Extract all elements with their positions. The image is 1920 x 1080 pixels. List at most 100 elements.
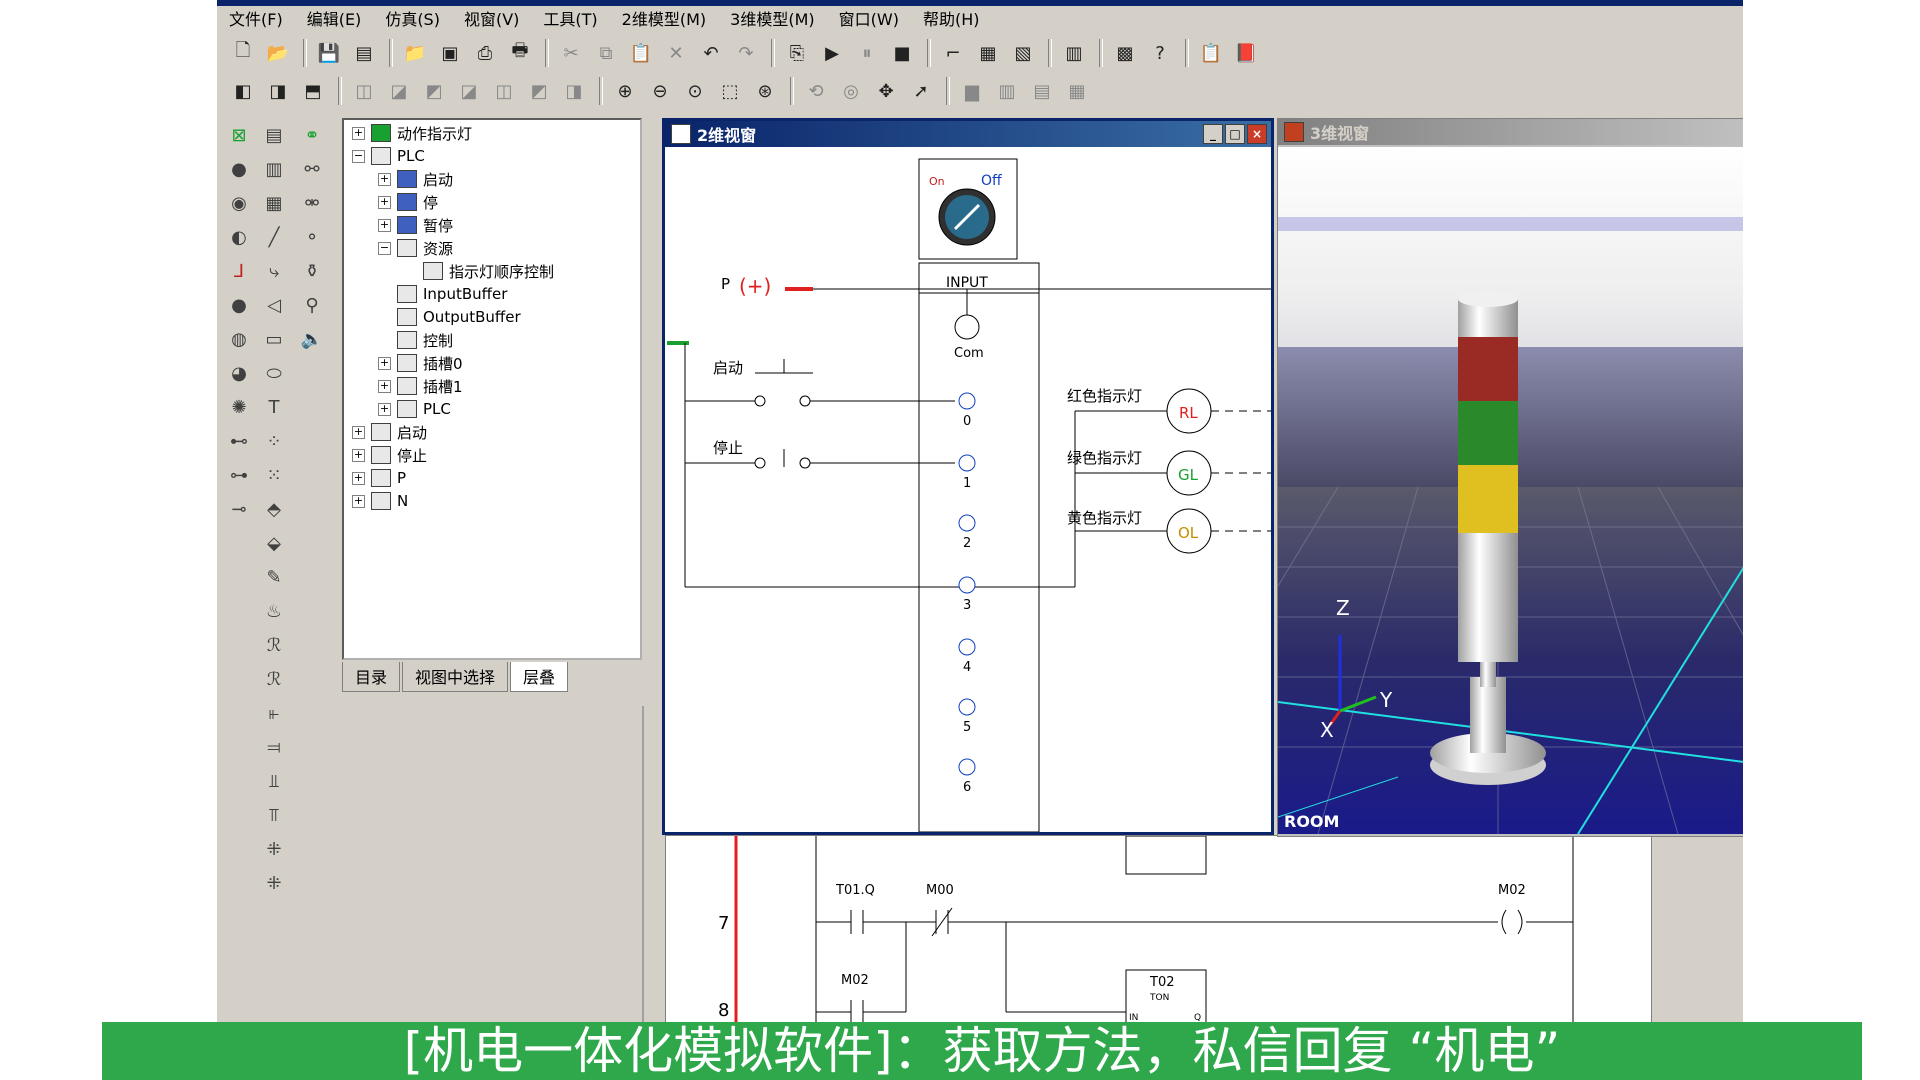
tree-item-start-2[interactable]: + 启动 bbox=[352, 421, 427, 443]
line-tool-icon[interactable]: ╱ bbox=[259, 222, 289, 252]
zoom-all-icon[interactable]: ⊛ bbox=[749, 75, 781, 107]
motor-tool-icon[interactable]: ◕ bbox=[224, 358, 254, 388]
input-terminal-1[interactable] bbox=[958, 454, 976, 472]
menu-2d-model[interactable]: 2维模型(M) bbox=[610, 6, 718, 34]
part-tool-icon[interactable]: ● bbox=[224, 154, 254, 184]
menu-help[interactable]: 帮助(H) bbox=[911, 6, 992, 34]
stop-icon[interactable]: ■ bbox=[886, 37, 918, 69]
tile-1-icon[interactable]: ▆ bbox=[956, 75, 988, 107]
align-bottom-icon[interactable]: ⫫ bbox=[259, 766, 289, 796]
maximize-icon[interactable]: □ bbox=[1225, 124, 1245, 144]
window-2d-titlebar[interactable]: 2维视窗 _ □ × bbox=[665, 121, 1271, 147]
link-1-icon[interactable]: ⊷ bbox=[224, 426, 254, 456]
sphere-tool-icon[interactable]: ● bbox=[224, 290, 254, 320]
book-icon[interactable]: 📕 bbox=[1230, 37, 1262, 69]
canvas-2d[interactable]: On Off INPUT P (+) Com 启动 停止 0 1 2 3 4 5… bbox=[665, 147, 1271, 833]
rotate-icon[interactable]: ⟲ bbox=[800, 75, 832, 107]
print-icon[interactable]: 🖶 bbox=[504, 37, 536, 69]
menu-file[interactable]: 文件(F) bbox=[217, 6, 295, 34]
node-4-icon[interactable]: ⬙ bbox=[259, 528, 289, 558]
mirror-1-icon[interactable]: ℛ bbox=[259, 630, 289, 660]
copy-icon[interactable]: ⧉ bbox=[590, 37, 622, 69]
input-terminal-4[interactable] bbox=[958, 638, 976, 656]
layout-1-icon[interactable]: ◧ bbox=[227, 75, 259, 107]
object-7-icon[interactable]: ◨ bbox=[558, 75, 590, 107]
menu-edit[interactable]: 编辑(E) bbox=[295, 6, 374, 34]
axis-tool-icon[interactable]: ⅃ bbox=[224, 256, 254, 286]
report-icon[interactable]: ▧ bbox=[1007, 37, 1039, 69]
tree-item-slot0[interactable]: + 插槽0 bbox=[378, 352, 463, 374]
tile-4-icon[interactable]: ▦ bbox=[1061, 75, 1093, 107]
window-3d-titlebar[interactable]: 3维视窗 bbox=[1278, 119, 1743, 145]
cylinder-tool-icon[interactable]: ◉ bbox=[224, 188, 254, 218]
paste-icon[interactable]: 📋 bbox=[625, 37, 657, 69]
object-5-icon[interactable]: ◫ bbox=[488, 75, 520, 107]
tree-item-start[interactable]: + 启动 bbox=[378, 168, 453, 190]
tree-item-plc-sub[interactable]: + PLC bbox=[378, 398, 451, 420]
ball-tool-icon[interactable]: ◍ bbox=[224, 324, 254, 354]
zoom-out-icon[interactable]: ⊖ bbox=[644, 75, 676, 107]
object-6-icon[interactable]: ◩ bbox=[523, 75, 555, 107]
tree-item-inputbuffer[interactable]: InputBuffer bbox=[378, 283, 507, 305]
ladder-3-icon[interactable]: ⚮ bbox=[297, 188, 327, 218]
link-3-icon[interactable]: ⊸ bbox=[224, 494, 254, 524]
grid-icon[interactable]: ▩ bbox=[1109, 37, 1141, 69]
save-icon[interactable]: 💾 bbox=[313, 37, 345, 69]
select-pointer-icon[interactable]: ➚ bbox=[905, 75, 937, 107]
node-2-icon[interactable]: ⁙ bbox=[259, 460, 289, 490]
tree-item-outputbuffer[interactable]: OutputBuffer bbox=[378, 306, 521, 328]
clipboard-icon[interactable]: 📋 bbox=[1195, 37, 1227, 69]
ellipse-tool-icon[interactable]: ⬭ bbox=[259, 358, 289, 388]
pan-icon[interactable]: ✥ bbox=[870, 75, 902, 107]
align-right-icon[interactable]: ⫤ bbox=[259, 732, 289, 762]
mirror-2-icon[interactable]: ℛ bbox=[259, 664, 289, 694]
tile-3-icon[interactable]: ▤ bbox=[1026, 75, 1058, 107]
open-project-icon[interactable]: 📁 bbox=[399, 37, 431, 69]
tree-item-plc[interactable]: − PLC bbox=[352, 145, 425, 167]
menu-tools[interactable]: 工具(T) bbox=[531, 6, 609, 34]
polyline-tool-icon[interactable]: ⤷ bbox=[259, 256, 289, 286]
ladder-4-icon[interactable]: ⚬ bbox=[297, 222, 327, 252]
menu-window[interactable]: 窗口(W) bbox=[827, 6, 911, 34]
save-all-icon[interactable]: ▤ bbox=[348, 37, 380, 69]
ladder-2-icon[interactable]: ⚯ bbox=[297, 154, 327, 184]
start-contact[interactable] bbox=[754, 395, 766, 407]
new-file-icon[interactable]: 🗋 bbox=[227, 37, 259, 69]
pause-icon[interactable]: ⏸ bbox=[851, 37, 883, 69]
rect-tool-icon[interactable]: ▭ bbox=[259, 324, 289, 354]
orbit-icon[interactable]: ◎ bbox=[835, 75, 867, 107]
delete-icon[interactable]: ✕ bbox=[660, 37, 692, 69]
tile-2-icon[interactable]: ▥ bbox=[991, 75, 1023, 107]
input-terminal-6[interactable] bbox=[958, 758, 976, 776]
sheet-2-icon[interactable]: ▥ bbox=[259, 154, 289, 184]
tree-item-slot1[interactable]: + 插槽1 bbox=[378, 375, 463, 397]
document-icon[interactable]: ▦ bbox=[972, 37, 1004, 69]
gear-tool-icon[interactable]: ◐ bbox=[224, 222, 254, 252]
input-terminal-5[interactable] bbox=[958, 698, 976, 716]
tree-item-resource[interactable]: − 资源 bbox=[378, 237, 453, 259]
zoom-window-icon[interactable]: ⬚ bbox=[714, 75, 746, 107]
coil-m02[interactable] bbox=[1501, 909, 1507, 935]
object-4-icon[interactable]: ◪ bbox=[453, 75, 485, 107]
pencil-tool-icon[interactable]: ✎ bbox=[259, 562, 289, 592]
help-pointer-icon[interactable]: ? bbox=[1144, 37, 1176, 69]
menu-view[interactable]: 视窗(V) bbox=[452, 6, 531, 34]
zoom-in-icon[interactable]: ⊕ bbox=[609, 75, 641, 107]
layout-2-icon[interactable]: ◨ bbox=[262, 75, 294, 107]
input-terminal-2[interactable] bbox=[958, 514, 976, 532]
layout-3-icon[interactable]: ⬒ bbox=[297, 75, 329, 107]
ladder-editor[interactable]: 7 8 T01.Q M00 M02 M02 T02 TON IN Q bbox=[665, 835, 1652, 1022]
tree-item-stop[interactable]: + 停 bbox=[378, 191, 438, 213]
tree-item-pause[interactable]: + 暂停 bbox=[378, 214, 453, 236]
menu-simulate[interactable]: 仿真(S) bbox=[373, 6, 452, 34]
sheet-icon[interactable]: ▤ bbox=[259, 120, 289, 150]
distribute-h-icon[interactable]: ⁜ bbox=[259, 834, 289, 864]
conveyor-tool-icon[interactable]: ✺ bbox=[224, 392, 254, 422]
tab-layers[interactable]: 层叠 bbox=[510, 662, 569, 692]
fill-tool-icon[interactable]: ♨ bbox=[259, 596, 289, 626]
input-terminal-0[interactable] bbox=[958, 392, 976, 410]
polygon-tool-icon[interactable]: ◁ bbox=[259, 290, 289, 320]
ladder-5-icon[interactable]: ⚱ bbox=[297, 256, 327, 286]
tree-item-p[interactable]: + P bbox=[352, 467, 406, 489]
ladder-6-icon[interactable]: ⚲ bbox=[297, 290, 327, 320]
